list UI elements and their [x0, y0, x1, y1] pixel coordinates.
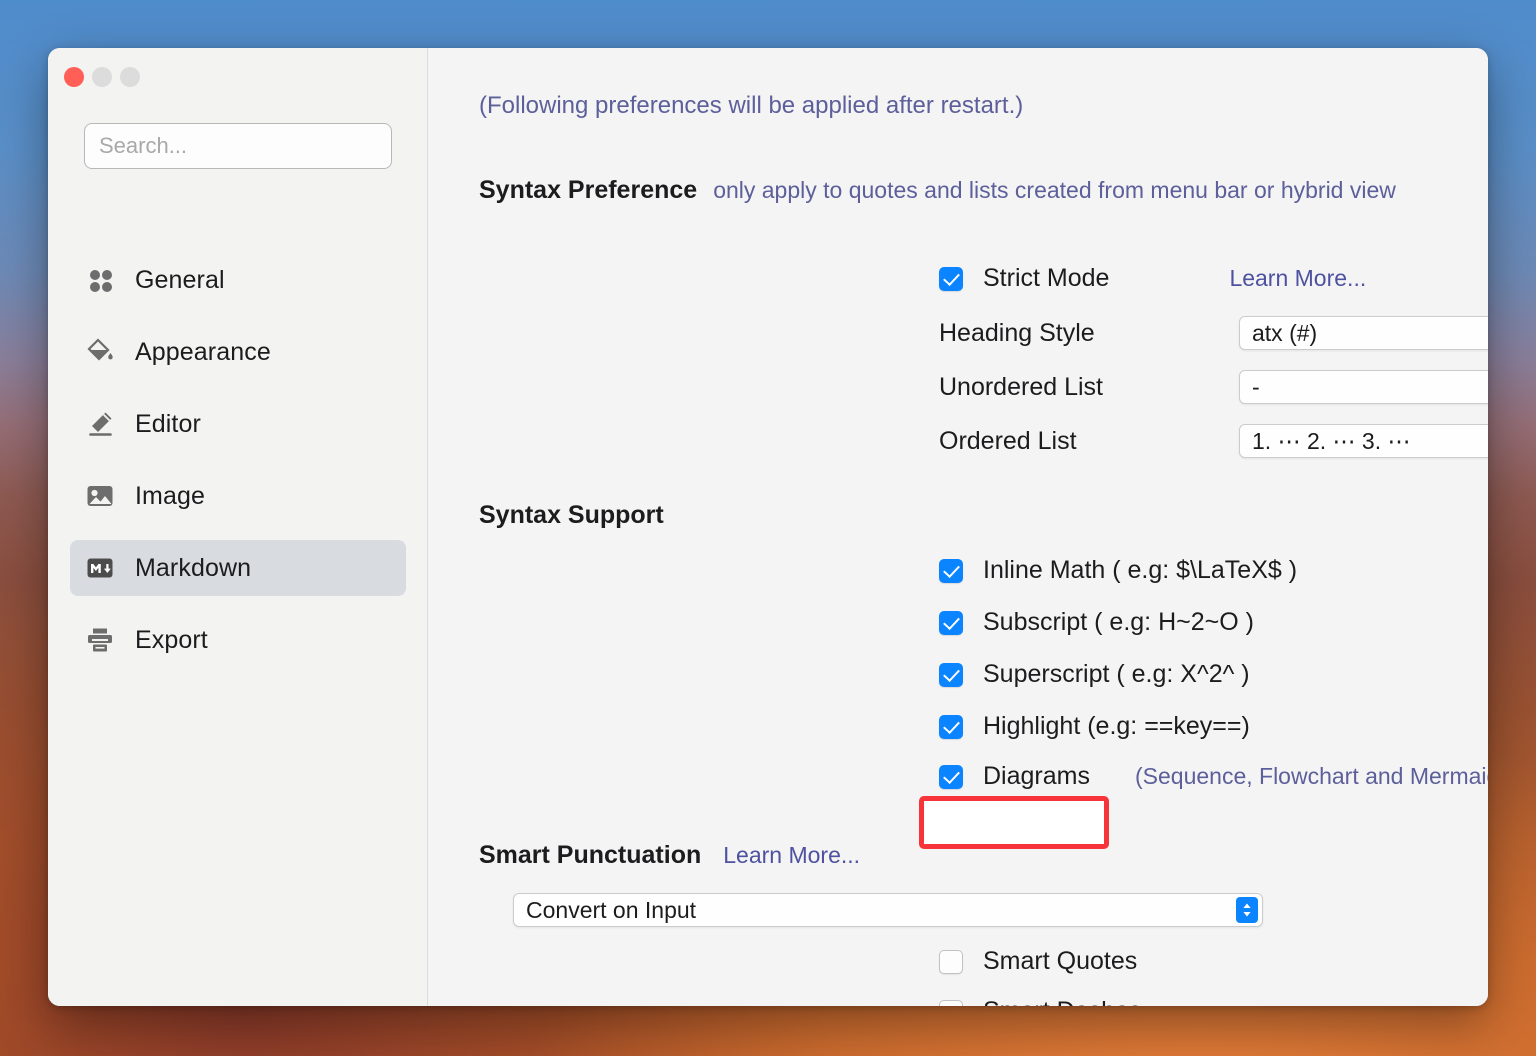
sidebar-item-appearance[interactable]: Appearance [70, 324, 406, 380]
inline-math-label: Inline Math ( e.g: $\LaTeX$ ) [983, 556, 1298, 584]
heading-style-select[interactable]: atx (#) [1239, 316, 1488, 350]
diagrams-label: Diagrams [983, 762, 1090, 790]
zoom-button[interactable] [120, 67, 140, 87]
smart-quotes-row[interactable]: Smart Quotes [939, 947, 1137, 976]
strict-mode-label: Strict Mode [983, 264, 1110, 292]
sidebar-item-label: Export [135, 625, 208, 654]
section-title: Syntax Preference [479, 176, 698, 204]
syntax-preference-header: Syntax Preference only apply to quotes an… [479, 176, 1488, 205]
unordered-list-row: Unordered List - [939, 370, 1488, 404]
sidebar-item-label: Markdown [135, 553, 252, 582]
grid-dots-icon [85, 265, 115, 295]
section-title: Syntax Support [479, 501, 664, 529]
highlight-row[interactable]: Highlight (e.g: ==key==) [939, 712, 1250, 741]
unordered-list-value: - [1252, 373, 1260, 400]
syntax-support-header: Syntax Support [479, 501, 664, 530]
smart-punctuation-mode-select[interactable]: Convert on Input [513, 893, 1263, 927]
inline-math-row[interactable]: Inline Math ( e.g: $\LaTeX$ ) [939, 556, 1297, 585]
sidebar-item-label: Appearance [135, 337, 271, 366]
subscript-checkbox[interactable] [939, 610, 963, 635]
preferences-content: (Following preferences will be applied a… [428, 48, 1488, 1006]
ordered-list-label: Ordered List [939, 426, 1077, 455]
preferences-window: General Appearance [48, 48, 1488, 1006]
sidebar-item-markdown[interactable]: Markdown [70, 540, 406, 596]
smart-punctuation-header: Smart Punctuation Learn More... [479, 841, 860, 870]
ordered-list-value: 1. ⋯ 2. ⋯ 3. ⋯ [1252, 427, 1411, 454]
superscript-checkbox[interactable] [939, 662, 963, 687]
sidebar-item-export[interactable]: Export [70, 612, 406, 668]
close-button[interactable] [64, 67, 84, 87]
subscript-row[interactable]: Subscript ( e.g: H~2~O ) [939, 608, 1254, 637]
smart-dashes-row[interactable]: Smart Dashes [939, 997, 1141, 1006]
smart-quotes-checkbox[interactable] [939, 949, 963, 974]
sidebar-item-image[interactable]: Image [70, 468, 406, 524]
minimize-button[interactable] [92, 67, 112, 87]
strict-mode-learn-more-link[interactable]: Learn More... [1229, 265, 1366, 292]
sidebar-nav: General Appearance Editor Image Markdown… [70, 252, 406, 684]
paint-bucket-icon [85, 337, 115, 367]
highlight-checkbox[interactable] [939, 714, 963, 739]
superscript-row[interactable]: Superscript ( e.g: X^2^ ) [939, 660, 1250, 689]
printer-icon [85, 625, 115, 655]
sidebar: General Appearance [48, 48, 428, 1006]
heading-style-value: atx (#) [1252, 319, 1318, 346]
sidebar-item-general[interactable]: General [70, 252, 406, 308]
image-icon [85, 481, 115, 511]
sidebar-item-label: Image [135, 481, 205, 510]
diagrams-checkbox[interactable] [939, 764, 963, 789]
smart-quotes-label: Smart Quotes [983, 947, 1138, 975]
restart-note: (Following preferences will be applied a… [479, 92, 1024, 119]
ordered-list-select[interactable]: 1. ⋯ 2. ⋯ 3. ⋯ [1239, 424, 1488, 458]
smart-punctuation-learn-more-link[interactable]: Learn More... [723, 842, 860, 869]
pencil-icon [85, 409, 115, 439]
section-note: only apply to quotes and lists created f… [713, 177, 1396, 203]
sidebar-item-label: Editor [135, 409, 201, 438]
markdown-icon [85, 553, 115, 583]
diagrams-row[interactable]: Diagrams (Sequence, Flowchart and Mermai… [939, 762, 1488, 791]
superscript-label: Superscript ( e.g: X^2^ ) [983, 660, 1250, 688]
heading-style-label: Heading Style [939, 318, 1095, 347]
unordered-list-label: Unordered List [939, 372, 1103, 401]
heading-style-row: Heading Style atx (#) [939, 316, 1488, 350]
diagrams-note: (Sequence, Flowchart and Mermaid) [1134, 763, 1488, 789]
stepper-icon[interactable] [1236, 897, 1258, 923]
highlight-label: Highlight (e.g: ==key==) [983, 712, 1250, 740]
search-input[interactable] [84, 123, 392, 169]
strict-mode-row[interactable]: Strict Mode Learn More... [939, 264, 1366, 293]
window-controls [64, 67, 140, 87]
inline-math-checkbox[interactable] [939, 558, 963, 583]
sidebar-item-editor[interactable]: Editor [70, 396, 406, 452]
smart-dashes-checkbox[interactable] [939, 999, 963, 1006]
ordered-list-row: Ordered List 1. ⋯ 2. ⋯ 3. ⋯ [939, 424, 1488, 458]
unordered-list-select[interactable]: - [1239, 370, 1488, 404]
strict-mode-checkbox[interactable] [939, 266, 963, 291]
section-title: Smart Punctuation [479, 841, 702, 869]
annotation-box-diagrams [919, 796, 1109, 849]
smart-punctuation-mode-value: Convert on Input [526, 896, 697, 923]
sidebar-item-label: General [135, 265, 225, 294]
subscript-label: Subscript ( e.g: H~2~O ) [983, 608, 1254, 636]
smart-dashes-label: Smart Dashes [983, 997, 1141, 1006]
